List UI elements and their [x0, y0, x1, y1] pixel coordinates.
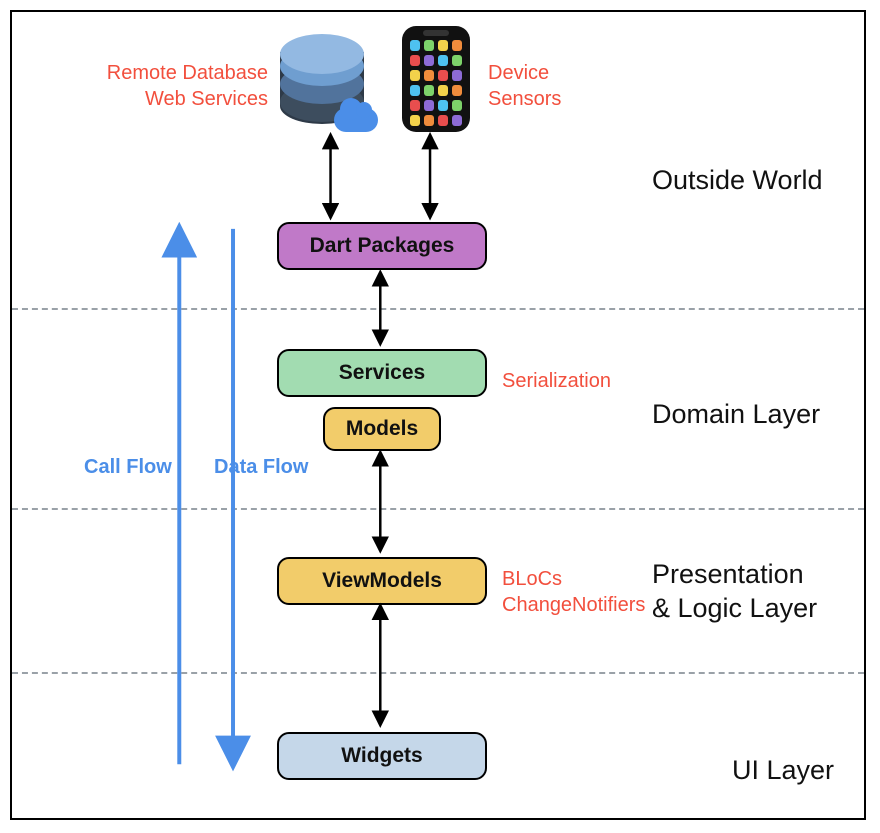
phone-app-icon: [452, 85, 462, 96]
box-viewmodels: ViewModels: [277, 557, 487, 605]
box-models: Models: [323, 407, 441, 451]
label-domain-layer: Domain Layer: [652, 398, 820, 432]
phone-app-icon: [410, 85, 420, 96]
label-outside-world: Outside World: [652, 164, 823, 198]
database-icon: [280, 34, 370, 134]
anno-device-sensors: Device Sensors: [488, 60, 561, 112]
phone-app-icon: [438, 70, 448, 81]
phone-app-icon: [438, 85, 448, 96]
phone-app-icon: [452, 40, 462, 51]
anno-remote-database: Remote Database Web Services: [98, 60, 268, 112]
label-call-flow: Call Flow: [84, 456, 172, 479]
phone-app-icon: [452, 100, 462, 111]
box-widgets: Widgets: [277, 732, 487, 780]
phone-app-icon: [438, 40, 448, 51]
anno-blocs-line1: BLoCs: [502, 568, 562, 590]
phone-app-icon: [410, 100, 420, 111]
phone-app-icon: [424, 55, 434, 66]
phone-app-icon: [410, 115, 420, 126]
anno-remote-db-line1: Remote Database: [107, 62, 268, 84]
anno-blocs-line2: ChangeNotifiers: [502, 594, 645, 616]
phone-app-icon: [424, 40, 434, 51]
phone-app-icon: [424, 70, 434, 81]
label-presentation-line1: Presentation: [652, 559, 804, 589]
divider-1: [12, 308, 864, 310]
phone-icon: [402, 26, 470, 132]
phone-app-icon: [410, 70, 420, 81]
phone-app-icon: [452, 70, 462, 81]
label-presentation-layer: Presentation & Logic Layer: [652, 558, 852, 626]
anno-serialization: Serialization: [502, 368, 611, 394]
phone-app-icon: [410, 40, 420, 51]
phone-app-icon: [424, 100, 434, 111]
phone-app-icon: [452, 55, 462, 66]
phone-app-icon: [438, 55, 448, 66]
box-dart-packages: Dart Packages: [277, 222, 487, 270]
box-services: Services: [277, 349, 487, 397]
anno-remote-db-line2: Web Services: [145, 88, 268, 110]
phone-app-icon: [410, 55, 420, 66]
phone-app-icon: [452, 115, 462, 126]
diagram-frame: Outside World Domain Layer Presentation …: [10, 10, 866, 820]
label-ui-layer: UI Layer: [732, 754, 834, 788]
anno-blocs: BLoCs ChangeNotifiers: [502, 566, 645, 618]
label-data-flow: Data Flow: [214, 456, 308, 479]
label-presentation-line2: & Logic Layer: [652, 593, 817, 623]
phone-app-icon: [424, 115, 434, 126]
phone-app-icon: [438, 115, 448, 126]
phone-app-icon: [438, 100, 448, 111]
anno-device-line2: Sensors: [488, 88, 561, 110]
anno-device-line1: Device: [488, 62, 549, 84]
phone-app-icon: [424, 85, 434, 96]
divider-2: [12, 508, 864, 510]
divider-3: [12, 672, 864, 674]
